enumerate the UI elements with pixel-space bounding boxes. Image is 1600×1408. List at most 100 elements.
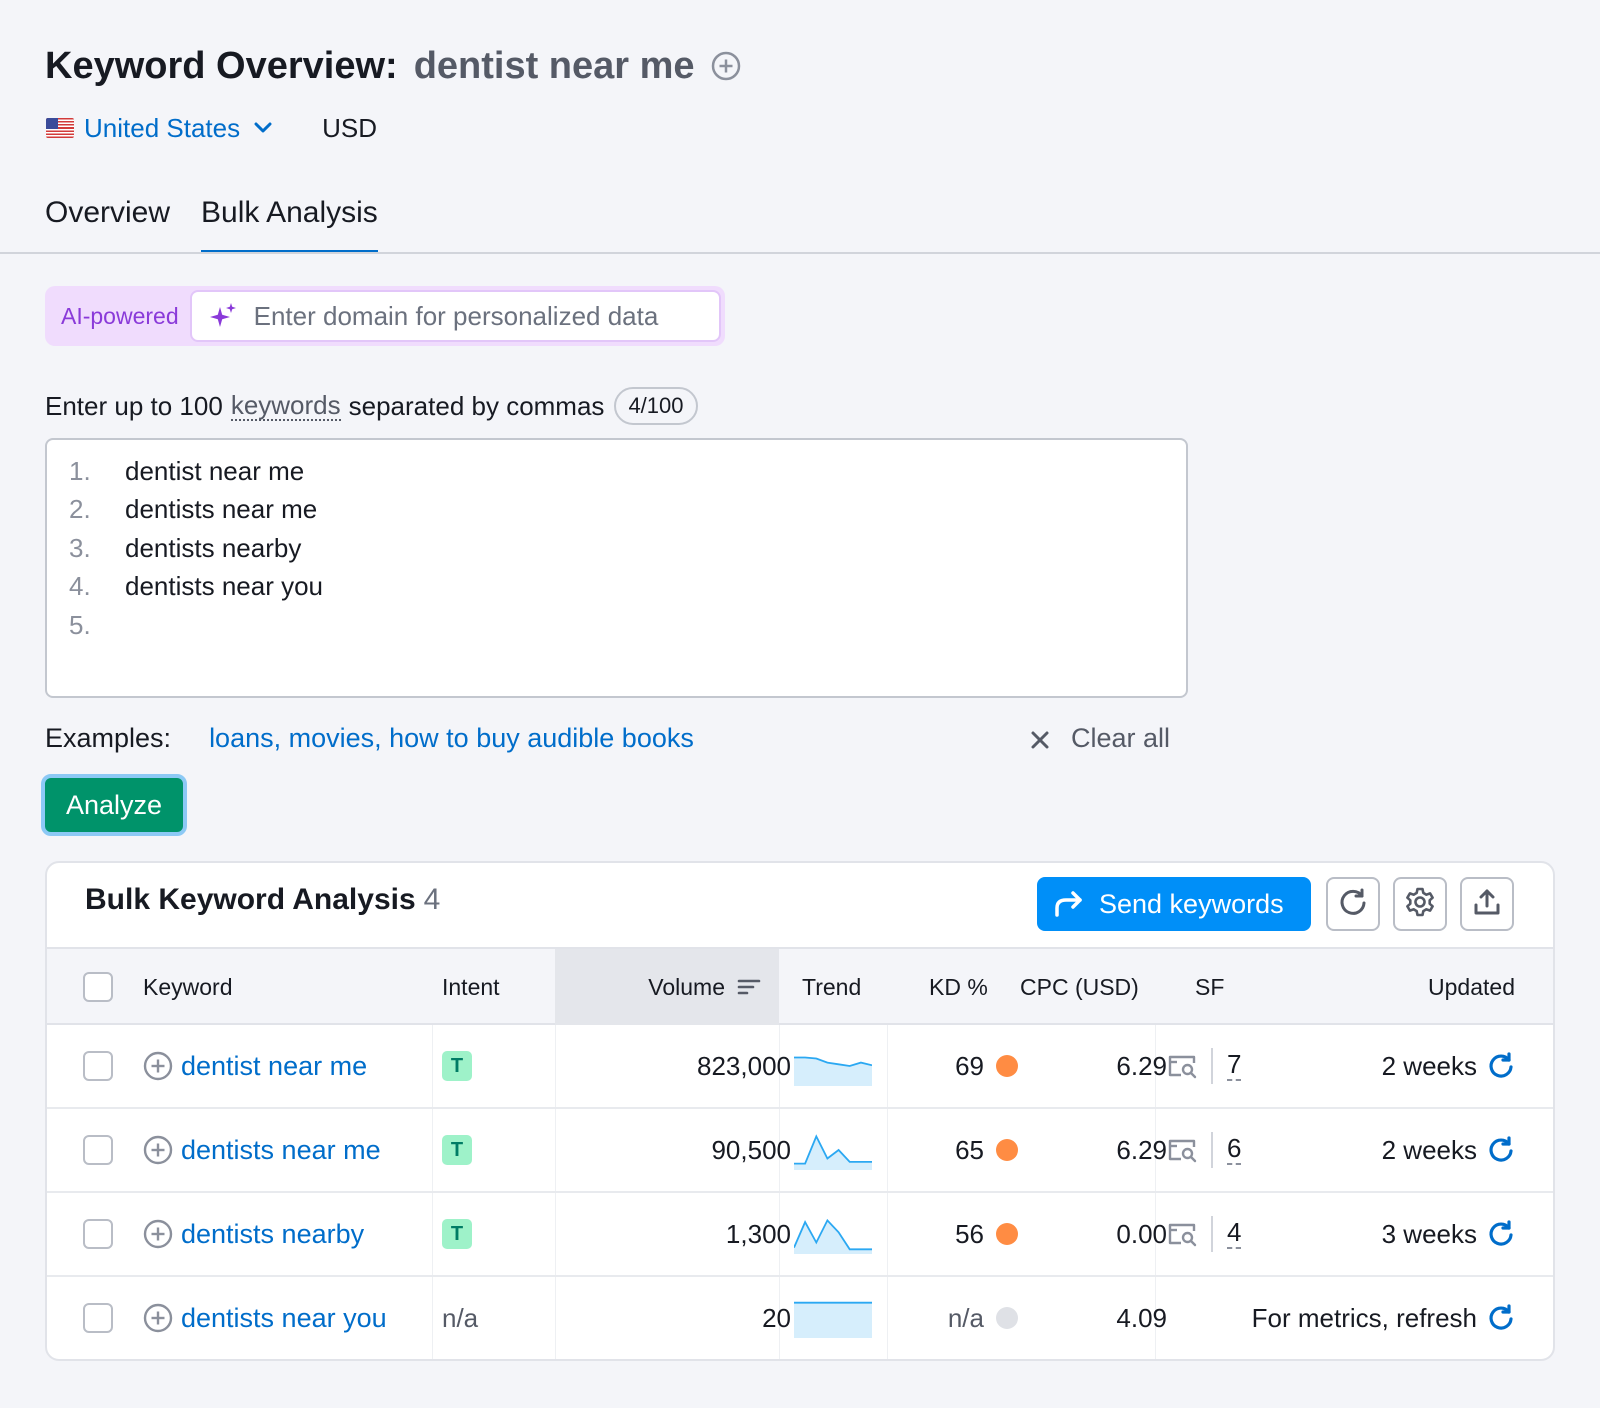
tab-overview[interactable]: Overview [45, 190, 170, 254]
chevron-down-icon[interactable] [252, 117, 274, 139]
keyword-link[interactable]: dentists near me [181, 1135, 381, 1166]
column-separator [887, 1277, 888, 1359]
row-checkbox-cell [83, 1277, 113, 1359]
row-checkbox[interactable] [83, 1135, 113, 1165]
keyword-line-text: dentist near me [125, 455, 305, 486]
trend-sparkline [794, 1134, 872, 1170]
trend-sparkline [794, 1056, 872, 1086]
column-sf[interactable]: SF [1195, 949, 1224, 1025]
add-to-list-icon[interactable] [143, 1219, 173, 1249]
examples-label: Examples: [45, 722, 172, 753]
kd-cell: 65 [955, 1109, 1018, 1191]
card-header: Bulk Keyword Analysis 4 Send keywords [47, 863, 1553, 947]
column-separator [432, 1025, 433, 1107]
gear-icon [1404, 886, 1436, 923]
analyze-button[interactable]: Analyze [41, 774, 187, 836]
sf-count[interactable]: 4 [1227, 1219, 1242, 1249]
kd-value: 56 [955, 1218, 984, 1249]
table-row: dentist near me T 823,000 69 6.29 7 2 we… [47, 1025, 1553, 1109]
examples-link[interactable]: loans, movies, how to buy audible books [209, 723, 694, 754]
column-separator [555, 1025, 556, 1107]
kd-cell: 69 [955, 1025, 1018, 1107]
domain-input-placeholder: Enter domain for personalized data [253, 300, 659, 331]
column-separator [432, 1193, 433, 1275]
updated-value: For metrics, refresh [1251, 1302, 1477, 1333]
keyword-overview-page: Keyword Overview: dentist near me United… [0, 0, 1600, 1408]
page-title: Keyword Overview: dentist near me [45, 42, 741, 90]
kd-indicator [996, 1055, 1018, 1077]
sf-count[interactable]: 6 [1227, 1135, 1242, 1165]
row-checkbox-cell [83, 1025, 113, 1107]
refresh-icon[interactable] [1487, 1052, 1515, 1080]
trend-cell [794, 1193, 872, 1275]
clear-all-button[interactable]: Clear all [1029, 716, 1170, 760]
table-header: Keyword Intent Volume Trend KD % CPC (US… [47, 947, 1553, 1025]
keyword-line-text: dentists near you [125, 571, 324, 602]
add-keyword-icon[interactable] [711, 51, 741, 81]
row-checkbox[interactable] [83, 1051, 113, 1081]
kd-cell: 56 [955, 1193, 1018, 1275]
intent-cell: T [442, 1025, 472, 1107]
serp-features-icon [1167, 1053, 1197, 1079]
country-selector[interactable]: United States [84, 113, 240, 144]
column-volume[interactable]: Volume [555, 949, 779, 1025]
updated-cell: 3 weeks [1382, 1193, 1515, 1275]
row-checkbox-cell [83, 1193, 113, 1275]
currency-label: USD [322, 112, 377, 143]
keywords-textarea[interactable]: 1. dentist near me 2. dentists near me 3. d… [45, 438, 1188, 698]
sf-cell: 4 [1167, 1193, 1242, 1275]
refresh-icon[interactable] [1487, 1304, 1515, 1332]
volume-cell: 90,500 [711, 1134, 791, 1165]
kd-indicator [996, 1307, 1018, 1329]
keyword-link[interactable]: dentists nearby [181, 1219, 364, 1250]
export-icon [1472, 887, 1502, 922]
column-separator [432, 1109, 433, 1191]
examples-row: Examples: loans, movies, how to buy audi… [45, 716, 1188, 760]
updated-cell: 2 weeks [1382, 1109, 1515, 1191]
keyword-link[interactable]: dentists near you [181, 1303, 387, 1334]
keyword-line-text: dentists near me [125, 494, 318, 525]
add-to-list-icon[interactable] [143, 1303, 173, 1333]
keywords-tooltip-link[interactable]: keywords [230, 391, 341, 422]
send-keywords-label: Send keywords [1099, 888, 1284, 919]
volume-cell: 20 [762, 1302, 791, 1333]
table-row: dentists near you n/a 20 n/a 4.09 For me… [47, 1277, 1553, 1359]
domain-input[interactable]: Enter domain for personalized data [189, 290, 721, 342]
updated-value: 2 weeks [1381, 1134, 1477, 1165]
kd-value: 65 [955, 1134, 984, 1165]
row-checkbox[interactable] [83, 1219, 113, 1249]
sf-count[interactable]: 7 [1227, 1051, 1242, 1081]
keyword-link[interactable]: dentist near me [181, 1051, 367, 1082]
trend-cell [794, 1025, 872, 1107]
column-cpc[interactable]: CPC (USD) [1020, 949, 1139, 1025]
tab-bar: Overview Bulk Analysis [45, 190, 409, 254]
column-intent[interactable]: Intent [442, 949, 500, 1025]
volume-cell: 1,300 [725, 1218, 791, 1249]
column-separator [555, 1109, 556, 1191]
keyword-cell: dentist near me [143, 1025, 367, 1107]
refresh-icon[interactable] [1487, 1136, 1515, 1164]
trend-cell [794, 1277, 872, 1359]
share-arrow-icon [1053, 890, 1085, 918]
sf-divider [1211, 1132, 1213, 1168]
column-kd[interactable]: KD % [929, 949, 988, 1025]
column-separator [432, 1277, 433, 1359]
cpc-cell: 6.29 [1116, 1134, 1167, 1165]
refresh-icon[interactable] [1487, 1220, 1515, 1248]
column-keyword[interactable]: Keyword [143, 949, 232, 1025]
column-trend[interactable]: Trend [802, 949, 861, 1025]
add-to-list-icon[interactable] [143, 1135, 173, 1165]
export-button[interactable] [1460, 877, 1514, 931]
updated-cell: 2 weeks [1382, 1025, 1515, 1107]
column-separator [555, 1193, 556, 1275]
settings-button[interactable] [1393, 877, 1447, 931]
column-updated[interactable]: Updated [1428, 949, 1515, 1025]
refresh-table-button[interactable] [1326, 877, 1380, 931]
send-keywords-button[interactable]: Send keywords [1037, 877, 1311, 931]
tab-bulk-analysis[interactable]: Bulk Analysis [201, 190, 378, 254]
kd-cell: n/a [948, 1277, 1018, 1359]
row-checkbox[interactable] [83, 1303, 113, 1333]
add-to-list-icon[interactable] [143, 1051, 173, 1081]
trend-sparkline [794, 1301, 872, 1338]
select-all-checkbox[interactable] [83, 972, 113, 1002]
